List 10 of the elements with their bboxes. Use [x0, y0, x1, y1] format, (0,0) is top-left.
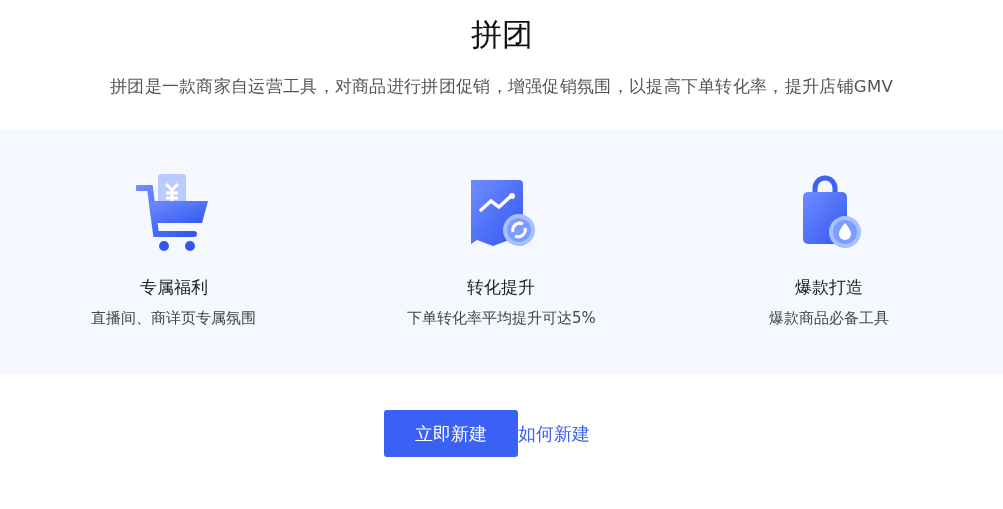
feature-title: 专属福利 — [139, 276, 208, 299]
page-title: 拼团 — [469, 15, 534, 54]
feature-title: 爆款打造 — [795, 276, 864, 299]
create-button[interactable]: 立即新建 — [383, 410, 518, 457]
feature-subtitle: 爆款商品必备工具 — [769, 309, 890, 328]
description-text: 拼团是一款商家自运营工具，对商品进行拼团促销，增强促销氛围，以提高下单转化率，提升店铺GMV — [108, 76, 895, 98]
feature-subtitle: 下单转化率平均提升可达5% — [407, 309, 596, 328]
feature-subtitle: 直播间、商详页专属氛围 — [91, 309, 257, 328]
help-link[interactable]: 如何新建 — [517, 421, 590, 446]
feature-title: 转化提升 — [467, 276, 536, 299]
